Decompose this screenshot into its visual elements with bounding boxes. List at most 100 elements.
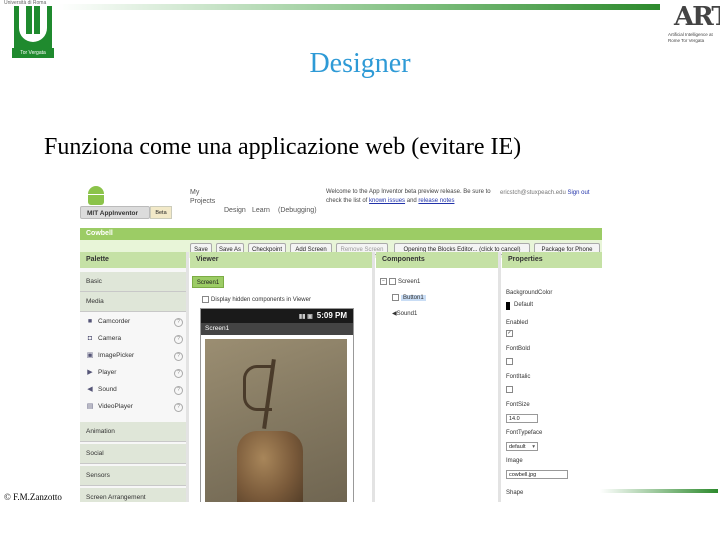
prop-font-bold: FontBold xyxy=(506,346,531,352)
phone-preview: ▮▮ ▣ 5:09 PM Screen1 xyxy=(200,308,354,502)
enabled-checkbox[interactable]: ✓ xyxy=(506,330,513,337)
dropdown-icon: ▾ xyxy=(532,444,535,450)
prop-font-size: FontSize xyxy=(506,402,530,408)
phone-time: 5:09 PM xyxy=(316,311,347,320)
properties-header: Properties xyxy=(502,252,602,268)
palette-item-label: Camera xyxy=(98,335,122,342)
art-logo-mark: ART xyxy=(674,2,720,32)
help-icon[interactable]: ? xyxy=(174,386,183,395)
app-inventor-screenshot: MIT AppInventor Beta My Projects Design … xyxy=(80,184,602,502)
account-info: ericstch@stuxpeach.edu Sign out xyxy=(500,190,590,196)
phone-status-bar: ▮▮ ▣ 5:09 PM xyxy=(201,309,353,323)
android-icon xyxy=(88,186,104,206)
camera-icon: ◘ xyxy=(87,335,93,342)
image-picker-icon: ▣ xyxy=(86,352,94,359)
palette-item-label: ImagePicker xyxy=(98,352,135,359)
background-color-swatch[interactable] xyxy=(506,302,510,310)
palette-item-label: Camcorder xyxy=(98,318,131,325)
nav-design[interactable]: Design xyxy=(224,206,246,215)
nav-my-projects[interactable]: My Projects xyxy=(190,188,220,206)
palette-section-social[interactable]: Social xyxy=(80,444,186,464)
slide-subtitle: Funziona come una applicazione web (evit… xyxy=(44,134,522,160)
copyright-notice: © F.M.Zanzotto xyxy=(4,492,62,502)
collapse-icon[interactable]: − xyxy=(380,278,387,285)
font-bold-checkbox[interactable] xyxy=(506,358,513,365)
image-picker-field[interactable]: cowbell.jpg xyxy=(506,470,568,479)
palette-section-basic[interactable]: Basic xyxy=(80,272,186,292)
checkbox-box[interactable] xyxy=(202,296,209,303)
palette-item-label: Sound xyxy=(98,386,117,393)
hidden-components-label: Display hidden components in Viewer xyxy=(211,297,311,304)
art-logo: ART Artificial Intelligence at Rome Tor … xyxy=(664,2,720,52)
bell-shape xyxy=(237,431,303,502)
tree-sound-label: Sound1 xyxy=(396,311,418,317)
palette-section-screen-arrangement[interactable]: Screen Arrangement xyxy=(80,488,186,502)
help-icon[interactable]: ? xyxy=(174,335,183,344)
known-issues-link[interactable]: known issues xyxy=(369,198,405,204)
components-header: Components xyxy=(376,252,498,268)
viewer-header: Viewer xyxy=(190,252,372,268)
pane-divider[interactable] xyxy=(186,252,189,502)
pane-divider[interactable] xyxy=(498,252,501,502)
palette-item[interactable]: ▣ ImagePicker? xyxy=(80,348,186,364)
hidden-components-checkbox[interactable]: Display hidden components in Viewer xyxy=(202,296,311,303)
cowbell-image[interactable] xyxy=(205,339,347,502)
tree-item-sound[interactable]: ◀Sound1 xyxy=(392,310,417,317)
help-icon[interactable]: ? xyxy=(174,369,183,378)
palette-item[interactable]: ◀ Sound? xyxy=(80,382,186,398)
nav-learn[interactable]: Learn xyxy=(252,206,270,215)
prop-background-value[interactable]: Default xyxy=(514,302,533,308)
player-icon: ▶ xyxy=(87,369,93,376)
prop-font-typeface: FontTypeface xyxy=(506,430,543,436)
account-email: ericstch@stuxpeach.edu xyxy=(500,190,566,196)
palette-item[interactable]: ■ Camcorder? xyxy=(80,314,186,330)
welcome-and: and xyxy=(406,198,417,204)
font-typeface-select[interactable]: default ▾ xyxy=(506,442,538,451)
font-italic-checkbox[interactable] xyxy=(506,386,513,393)
pane-divider[interactable] xyxy=(372,252,375,502)
beta-badge: Beta xyxy=(150,206,172,219)
nav-debugging[interactable]: (Debugging) xyxy=(278,206,317,215)
tree-screen-label: Screen1 xyxy=(398,279,421,286)
palette-section-sensors[interactable]: Sensors xyxy=(80,466,186,486)
palette-item-label: Player xyxy=(98,369,117,376)
tree-button-label: Button1 xyxy=(401,295,426,302)
help-icon[interactable]: ? xyxy=(174,318,183,327)
prop-enabled: Enabled xyxy=(506,320,529,326)
palette-item[interactable]: ◘ Camera? xyxy=(80,331,186,347)
release-notes-link[interactable]: release notes xyxy=(418,198,454,204)
palette-item[interactable]: ▶ Player? xyxy=(80,365,186,381)
sound-icon: ◀ xyxy=(87,386,93,393)
font-typeface-value: default xyxy=(509,444,526,450)
palette-section-media[interactable]: Media xyxy=(80,292,186,312)
header-rule xyxy=(58,4,660,10)
slide-title: Designer xyxy=(309,48,411,79)
screen-icon xyxy=(389,278,396,285)
screen-selector-button[interactable]: Screen1 xyxy=(192,276,224,288)
project-name-bar: Cowbell xyxy=(80,228,602,240)
palette-item[interactable]: ▤ VideoPlayer? xyxy=(80,399,186,415)
components-panel xyxy=(376,268,498,502)
sign-out-link[interactable]: Sign out xyxy=(567,190,589,196)
app-inventor-brand: MIT AppInventor xyxy=(80,206,150,219)
prop-background-color: BackgroundColor xyxy=(506,290,553,296)
button-icon xyxy=(392,294,399,301)
tree-item-button[interactable]: Button1 xyxy=(392,294,426,302)
palette-item-label: VideoPlayer xyxy=(98,403,133,410)
tree-item-screen[interactable]: − Screen1 xyxy=(380,278,420,285)
prop-font-italic: FontItalic xyxy=(506,374,531,380)
camcorder-icon: ■ xyxy=(87,318,93,325)
help-icon[interactable]: ? xyxy=(174,352,183,361)
font-size-input[interactable]: 14.0 xyxy=(506,414,538,423)
signal-icon: ▮▮ ▣ xyxy=(298,314,313,320)
prop-image: Image xyxy=(506,458,523,464)
phone-screen-title: Screen1 xyxy=(201,323,353,335)
welcome-message: Welcome to the App Inventor beta preview… xyxy=(326,188,506,206)
palette-header: Palette xyxy=(80,252,186,268)
footer-rule xyxy=(600,489,718,493)
art-logo-subtitle: Artificial Intelligence at Rome Tor Verg… xyxy=(668,32,713,43)
help-icon[interactable]: ? xyxy=(174,403,183,412)
prop-shape: Shape xyxy=(506,490,524,496)
university-logo-mark xyxy=(14,6,52,48)
palette-section-animation[interactable]: Animation xyxy=(80,422,186,442)
